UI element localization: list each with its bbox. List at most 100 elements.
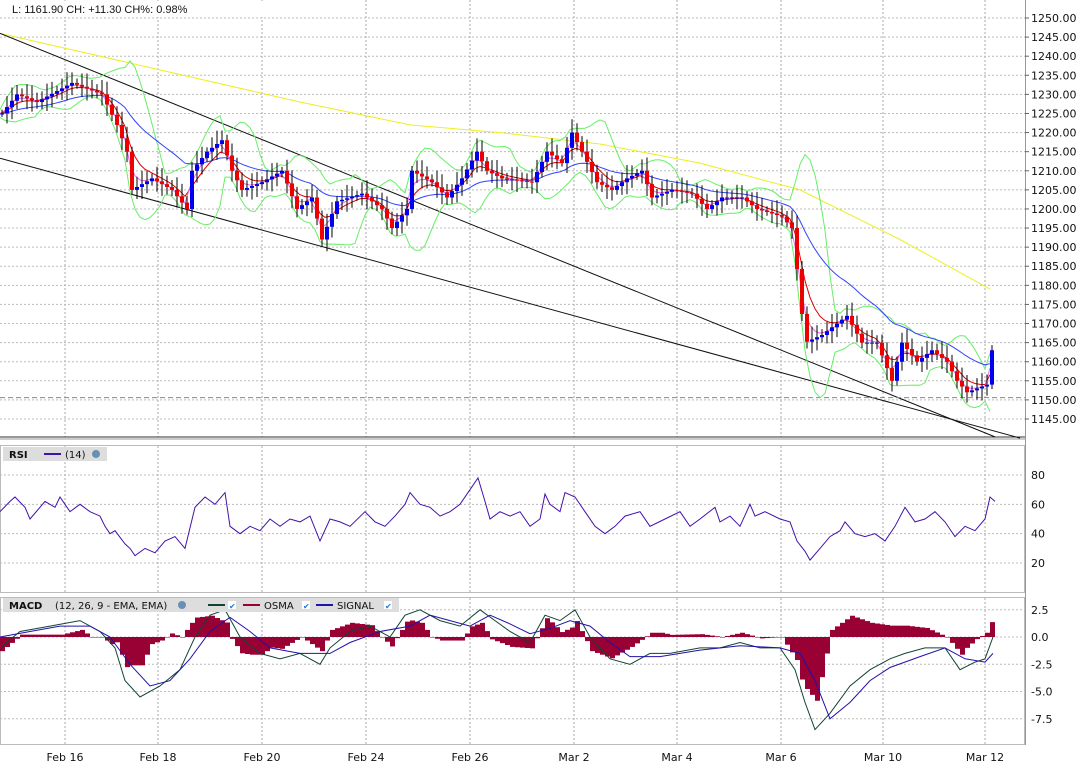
osma-bar	[225, 622, 230, 637]
osma-bar	[235, 637, 240, 647]
x-tick-label: Mar 12	[966, 751, 1004, 764]
macd-tick-label: 2.5	[1031, 604, 1049, 617]
osma-bar	[40, 634, 45, 637]
candle-body	[85, 86, 89, 89]
candle-body	[255, 184, 259, 187]
osma-bar	[480, 622, 485, 637]
osma-bar	[975, 637, 980, 640]
candle-body	[895, 361, 899, 381]
osma-bar	[760, 637, 765, 639]
candle-body	[420, 173, 424, 177]
osma-bar	[300, 637, 305, 638]
candle-body	[285, 170, 289, 184]
candle-body	[375, 201, 379, 206]
osma-bar	[340, 626, 345, 637]
osma-bar	[855, 617, 860, 637]
candle-body	[120, 124, 124, 139]
osma-bar	[380, 637, 385, 638]
osma-bar	[35, 634, 40, 637]
chart-canvas[interactable]: Feb 16 Feb 18 Feb 20 Feb 24 Feb 26 Mar 2 Mar 4…	[0, 0, 1084, 769]
rsi-legend-params: (14)	[65, 450, 86, 461]
candle-body	[905, 342, 909, 349]
candle-body	[245, 187, 249, 190]
candle-body	[825, 331, 829, 335]
rsi-settings-icon[interactable]	[92, 450, 100, 458]
osma-bar	[550, 622, 555, 637]
candle-body	[640, 170, 644, 174]
rsi-panel	[0, 445, 1025, 593]
osma-bar	[565, 629, 570, 637]
osma-bar	[160, 637, 165, 641]
candle-body	[310, 197, 314, 202]
candle-body	[920, 357, 924, 362]
osma-bar	[880, 624, 885, 637]
candle-body	[750, 201, 754, 206]
price-tick-label: 1240.00	[1031, 50, 1077, 63]
osma-bar	[655, 632, 660, 637]
candle-body	[710, 205, 714, 209]
candle-body	[425, 176, 429, 180]
candle-body	[820, 334, 824, 338]
osma-bar	[470, 626, 475, 637]
candle-body	[770, 212, 774, 214]
osma-bar	[830, 629, 835, 637]
osma-bar	[535, 637, 540, 639]
osma-bar	[775, 637, 780, 638]
osma-bar	[545, 618, 550, 637]
candle-body	[325, 226, 329, 240]
osma-bar	[950, 637, 955, 643]
candle-body	[260, 182, 264, 185]
candle-body	[100, 92, 104, 95]
osma-bar	[955, 637, 960, 649]
candle-body	[405, 208, 409, 216]
candle-body	[715, 201, 719, 206]
price-tick-label: 1210.00	[1031, 165, 1077, 178]
osma-bar	[835, 626, 840, 637]
candle-body	[645, 170, 649, 185]
rsi-tick-label: 40	[1031, 528, 1045, 541]
candle-body	[65, 85, 69, 89]
osma-bar	[965, 637, 970, 648]
candle-body	[610, 187, 614, 190]
candle-body	[540, 161, 544, 173]
candle-body	[470, 160, 474, 170]
candle-body	[160, 181, 164, 185]
rsi-tick-label: 20	[1031, 557, 1045, 570]
price-tick-label: 1175.00	[1031, 298, 1077, 311]
osma-bar	[415, 621, 420, 637]
osma-bar	[875, 623, 880, 637]
candle-body	[115, 114, 119, 125]
candle-body	[810, 339, 814, 342]
osma-bar	[245, 637, 250, 655]
candle-body	[230, 155, 234, 171]
osma-bar	[60, 634, 65, 637]
candle-body	[75, 82, 79, 85]
candle-body	[135, 186, 139, 190]
osma-bar	[580, 631, 585, 637]
price-tick-label: 1170.00	[1031, 318, 1077, 331]
candle-body	[805, 313, 809, 342]
price-tick-label: 1230.00	[1031, 88, 1077, 101]
osma-bar	[935, 632, 940, 637]
osma-bar	[845, 619, 850, 637]
candle-body	[155, 178, 159, 182]
osma-bar	[485, 631, 490, 637]
candle-body	[45, 96, 49, 100]
candle-body	[145, 181, 149, 185]
osma-bar	[700, 634, 705, 637]
osma-bar	[165, 637, 170, 638]
candle-body	[700, 198, 704, 204]
candle-body	[935, 350, 939, 355]
candle-body	[615, 186, 619, 190]
price-tick-label: 1220.00	[1031, 127, 1077, 140]
osma-bar	[645, 636, 650, 637]
x-tick-label: Mar 2	[558, 751, 589, 764]
osma-bar	[670, 634, 675, 637]
osma-bar	[695, 634, 700, 637]
osma-bar	[80, 629, 85, 637]
osma-bar	[70, 632, 75, 637]
candle-body	[815, 337, 819, 340]
candle-body	[295, 196, 299, 209]
candle-body	[730, 197, 734, 199]
macd-settings-icon[interactable]	[178, 601, 186, 609]
